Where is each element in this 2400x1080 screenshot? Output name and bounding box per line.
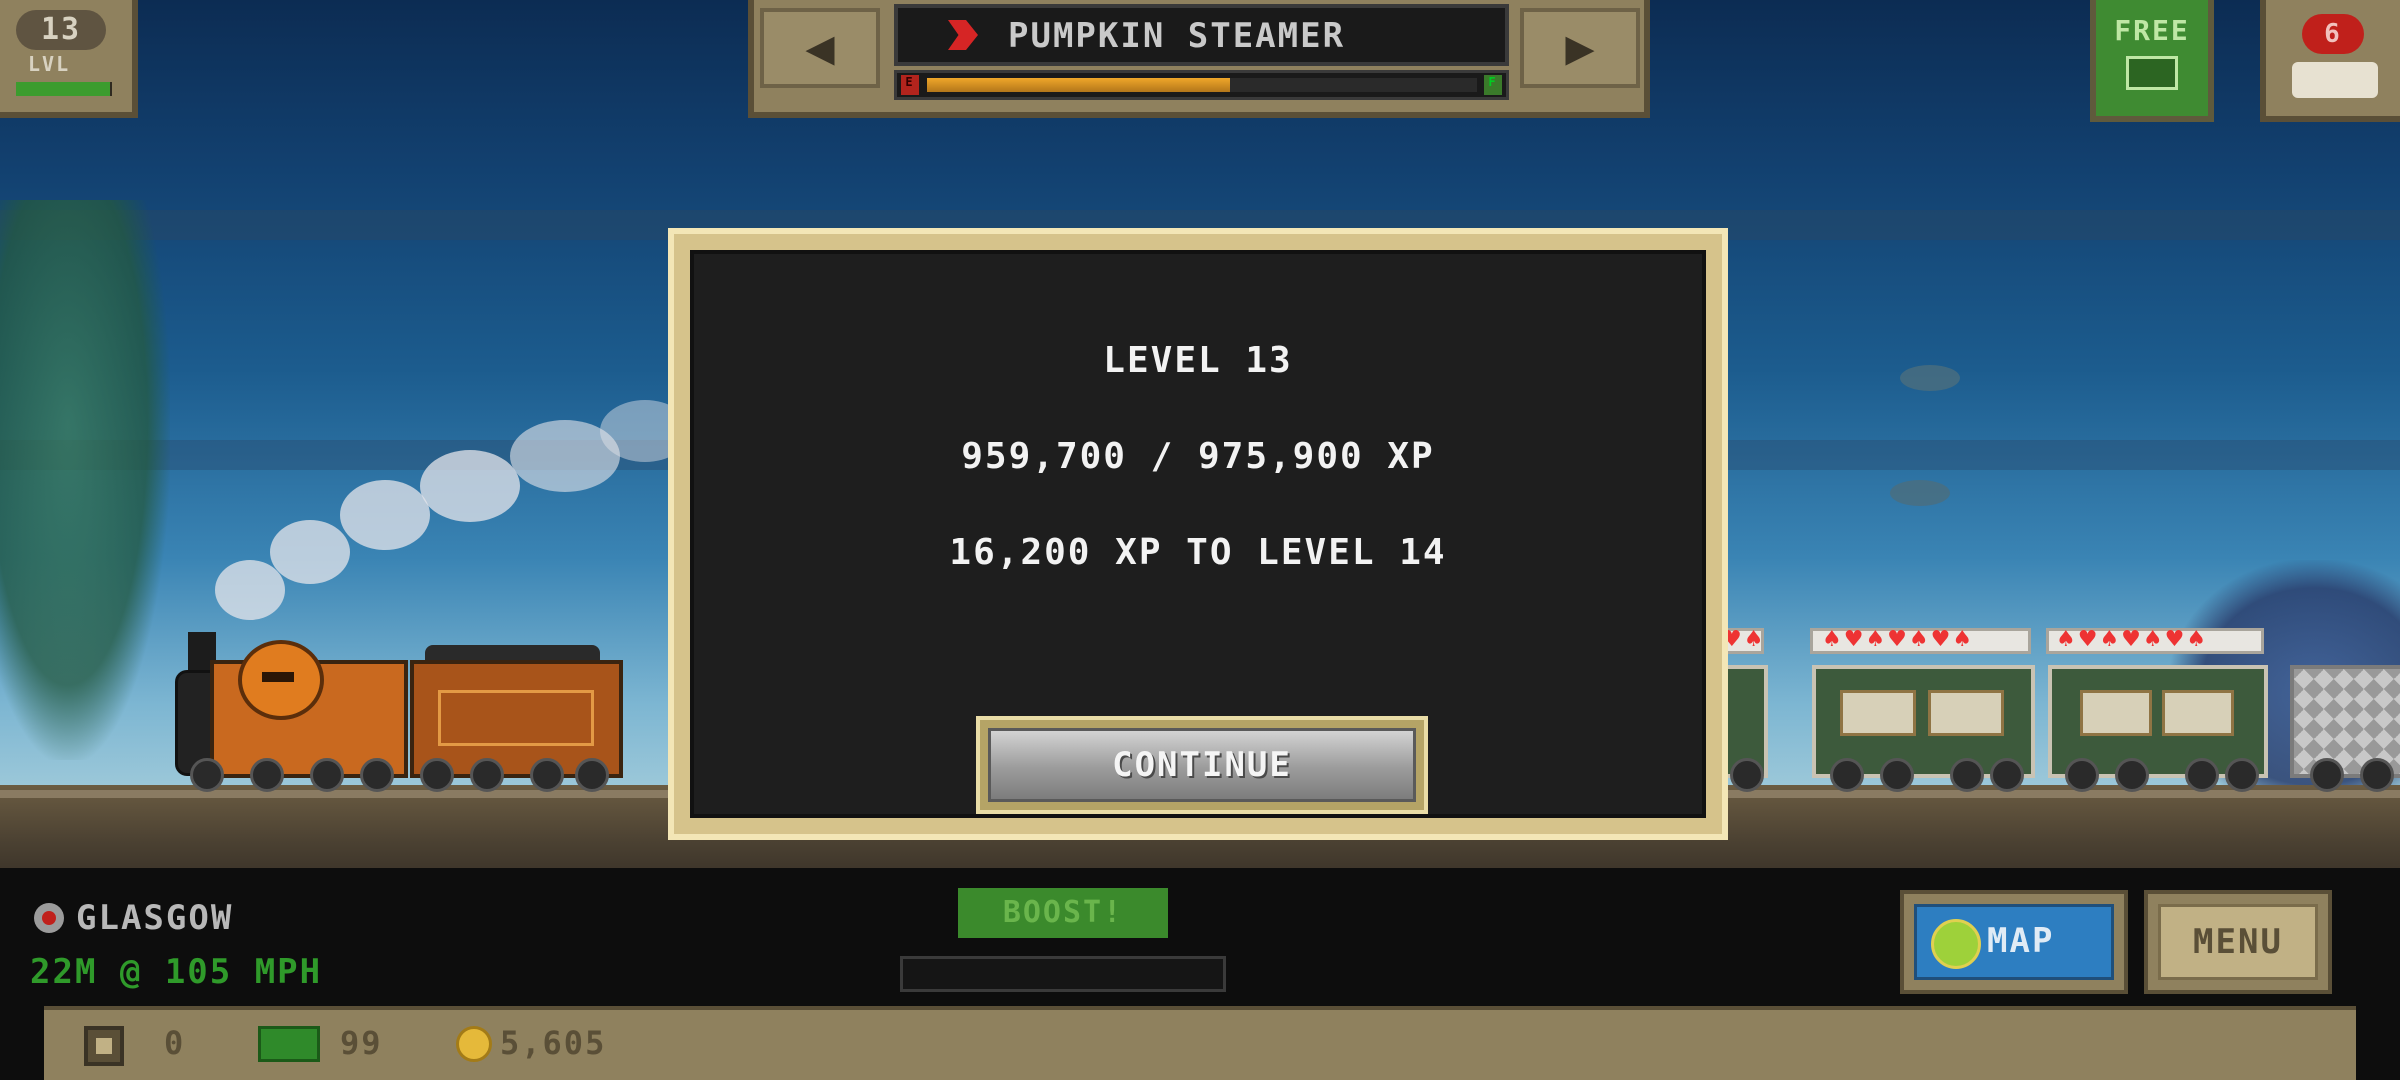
boost-meter (900, 956, 1226, 992)
continue-button[interactable]: CONTINUE (976, 716, 1428, 814)
wheel (310, 758, 344, 792)
wheel (1950, 758, 1984, 792)
wheel (420, 758, 454, 792)
level-number: 13 (16, 10, 106, 50)
map-label: MAP (1987, 921, 2055, 961)
level-progress-bar (16, 82, 112, 96)
crate-icon (84, 1026, 124, 1066)
cars-count-badge: 6 (2302, 14, 2364, 54)
wheel (575, 758, 609, 792)
bird-icon (1900, 365, 1960, 391)
card-suits-icon: ♠♥♠♥♠♥♠ (1822, 627, 1975, 652)
car-window (1840, 690, 1916, 736)
smoke-puff (420, 450, 520, 522)
globe-icon (1931, 919, 1981, 969)
bux-icon (258, 1026, 320, 1062)
bird-icon (1890, 480, 1950, 506)
wheel (360, 758, 394, 792)
car-window (1928, 690, 2004, 736)
fuel-empty-label: E (901, 75, 919, 95)
left-arrow-icon: ◀ (805, 26, 835, 70)
wheel (2310, 758, 2344, 792)
menu-label: MENU (2158, 904, 2318, 980)
wheel (1730, 758, 1764, 792)
wheel (1880, 758, 1914, 792)
xp-remaining: 16,200 XP TO LEVEL 14 (949, 532, 1447, 573)
pumpkin-face (262, 672, 294, 682)
palm-tree (0, 200, 170, 760)
wheel (250, 758, 284, 792)
wheel (190, 758, 224, 792)
fuel-full-label: F (1484, 75, 1502, 95)
wheel (2115, 758, 2149, 792)
smoke-puff (270, 520, 350, 584)
wheel (1990, 758, 2024, 792)
level-tag: LVL (28, 52, 71, 76)
continue-label: CONTINUE (988, 728, 1416, 802)
card-suits-icon: ♥♠ (1722, 627, 1766, 652)
map-button-face: MAP (1914, 904, 2114, 980)
next-train-button[interactable]: ▶ (1520, 8, 1640, 88)
train-selector: ◀ PUMPKIN STEAMER E F ▶ (748, 0, 1650, 118)
menu-button[interactable]: MENU (2144, 890, 2332, 994)
smoke-puff (340, 480, 430, 550)
crates-count: 0 (164, 1024, 186, 1062)
speed-readout: 22M @ 105 MPH (30, 952, 323, 992)
train-icon (2292, 62, 2378, 98)
fuel-fill (927, 78, 1230, 92)
fuel-track (927, 78, 1477, 92)
free-label: FREE (2114, 14, 2190, 47)
level-dialog: LEVEL 13 959,700 / 975,900 XP 16,200 XP … (668, 228, 1728, 840)
free-gift-icon (2126, 56, 2178, 90)
resource-bar: 0 99 5,605 (44, 1006, 2356, 1080)
train-marker-icon (948, 20, 978, 50)
wheel (2360, 758, 2394, 792)
wheel (470, 758, 504, 792)
boost-button[interactable]: BOOST! (958, 888, 1168, 938)
bux-count: 99 (340, 1024, 383, 1062)
train-name: PUMPKIN STEAMER (1008, 16, 1346, 56)
right-arrow-icon: ▶ (1565, 26, 1595, 70)
wheel (2185, 758, 2219, 792)
map-button[interactable]: MAP (1900, 890, 2128, 994)
prev-train-button[interactable]: ◀ (760, 8, 880, 88)
fuel-gauge: E F (894, 70, 1509, 100)
coin-icon (456, 1026, 492, 1062)
coins-count: 5,605 (500, 1024, 607, 1062)
train-name-box: PUMPKIN STEAMER (894, 4, 1509, 66)
bat-emblem-icon (438, 690, 594, 746)
wheel (2065, 758, 2099, 792)
wheel (2225, 758, 2259, 792)
smoke-puff (215, 560, 285, 620)
level-progress-fill (16, 82, 111, 96)
level-title: LEVEL 13 (1103, 340, 1293, 381)
card-suits-icon: ♠♥♠♥♠♥♠ (2056, 627, 2209, 652)
wheel (530, 758, 564, 792)
xp-progress: 959,700 / 975,900 XP (961, 436, 1435, 477)
cars-button[interactable]: 6 (2260, 0, 2400, 122)
level-badge[interactable]: 13 LVL (0, 0, 138, 118)
station-name: GLASGOW (76, 898, 234, 938)
free-button[interactable]: FREE (2090, 0, 2214, 122)
wheel (1830, 758, 1864, 792)
car-window (2080, 690, 2152, 736)
level-dialog-body: LEVEL 13 959,700 / 975,900 XP 16,200 XP … (690, 250, 1706, 818)
car-window (2162, 690, 2234, 736)
station-marker-icon (34, 903, 64, 933)
